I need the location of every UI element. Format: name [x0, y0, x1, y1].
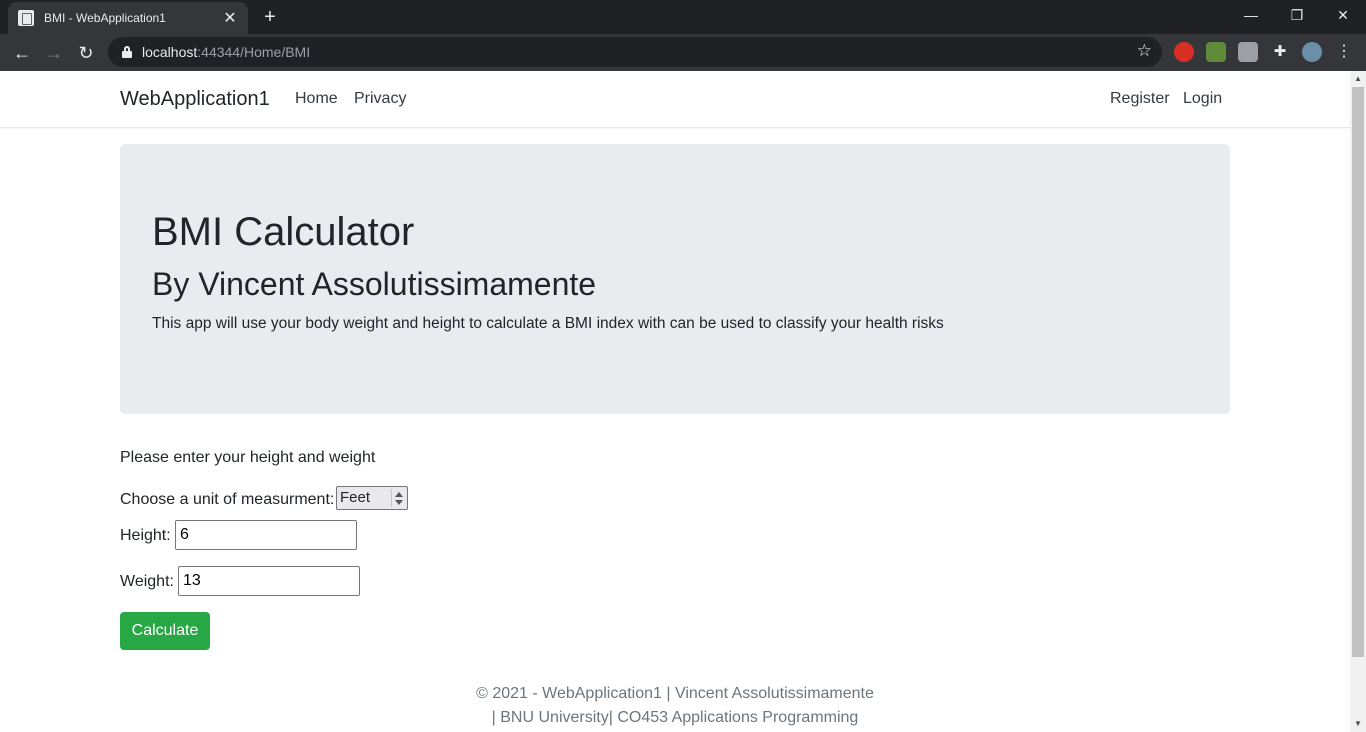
hero-jumbotron: BMI Calculator By Vincent Assolutissimam…: [120, 144, 1230, 414]
footer-copyright: © 2021 - WebApplication1 | Vincent Assol…: [476, 685, 874, 702]
nav-link-register[interactable]: Register: [1110, 90, 1170, 108]
browser-toolbar: ← → ↻ localhost:44344/Home/BMI ☆ ✚ ⋮: [0, 34, 1366, 71]
weight-input[interactable]: [178, 566, 360, 596]
nav-link-privacy[interactable]: Privacy: [354, 90, 406, 108]
url-path: :44344/Home/BMI: [197, 44, 311, 60]
reload-button[interactable]: ↻: [72, 39, 100, 67]
unit-select[interactable]: Feet: [336, 486, 408, 510]
extension-r-icon[interactable]: [1238, 42, 1258, 62]
tab-title: BMI - WebApplication1: [44, 11, 166, 25]
page-favicon-icon: [18, 10, 34, 26]
profile-avatar[interactable]: [1302, 42, 1322, 62]
height-label: Height:: [120, 527, 171, 544]
unit-spinner[interactable]: [391, 489, 405, 507]
web-page: WebApplication1 Home Privacy Register Lo…: [0, 71, 1350, 732]
bookmark-star-icon[interactable]: ☆: [1137, 41, 1152, 61]
form-prompt: Please enter your height and weight: [120, 449, 376, 466]
page-title: BMI Calculator: [152, 210, 415, 254]
weight-label: Weight:: [120, 573, 174, 590]
close-window-button[interactable]: ✕: [1320, 0, 1366, 30]
footer-course: | BNU University| CO453 Applications Pro…: [491, 709, 859, 726]
extension-adblock-icon[interactable]: [1174, 42, 1194, 62]
tab-close-icon[interactable]: ✕: [222, 8, 238, 28]
forward-button[interactable]: →: [40, 39, 68, 67]
browser-menu-icon[interactable]: ⋮: [1334, 42, 1354, 62]
extension-leaf-icon[interactable]: [1206, 42, 1226, 62]
page-subtitle: By Vincent Assolutissimamente: [152, 266, 597, 302]
scroll-down-arrow-icon[interactable]: ▼: [1350, 716, 1366, 732]
browser-tab-strip: BMI - WebApplication1 ✕ + — ❐ ✕: [0, 0, 1366, 34]
height-input[interactable]: [175, 520, 357, 550]
site-navbar: WebApplication1 Home Privacy Register Lo…: [0, 71, 1350, 128]
spin-up-icon[interactable]: [395, 492, 403, 497]
lock-icon[interactable]: [122, 46, 132, 58]
address-bar[interactable]: localhost:44344/Home/BMI ☆: [108, 37, 1162, 67]
restore-button[interactable]: ❐: [1274, 0, 1320, 30]
nav-link-home[interactable]: Home: [295, 90, 338, 108]
back-button[interactable]: ←: [8, 39, 36, 67]
spin-down-icon[interactable]: [395, 500, 403, 505]
minimize-button[interactable]: —: [1228, 0, 1274, 30]
unit-label: Choose a unit of measurment:: [120, 491, 335, 508]
page-scrollbar[interactable]: ▲ ▼: [1350, 71, 1366, 732]
scroll-thumb[interactable]: [1352, 87, 1364, 657]
calculate-button[interactable]: Calculate: [120, 612, 210, 650]
scroll-up-arrow-icon[interactable]: ▲: [1350, 71, 1366, 87]
navbar-brand[interactable]: WebApplication1: [120, 88, 270, 111]
unit-selected-value: Feet: [340, 489, 371, 506]
extensions-puzzle-icon[interactable]: ✚: [1270, 42, 1290, 62]
browser-tab[interactable]: BMI - WebApplication1 ✕: [8, 2, 248, 34]
nav-link-login[interactable]: Login: [1183, 90, 1222, 108]
app-description: This app will use your body weight and h…: [152, 315, 944, 332]
url-host: localhost: [142, 44, 198, 60]
new-tab-button[interactable]: +: [258, 6, 282, 30]
